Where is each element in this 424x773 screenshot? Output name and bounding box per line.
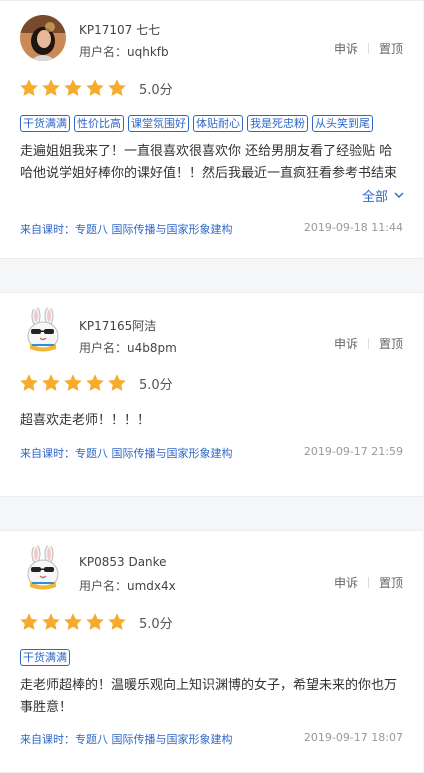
review-time: 2019-09-18 11:44 bbox=[303, 221, 403, 234]
user-avatar[interactable] bbox=[20, 545, 66, 591]
user-id: 用户名：umdx4x bbox=[79, 577, 176, 594]
course-source-link[interactable]: 来自课时：专题八 国际传播与国家形象建构 bbox=[20, 221, 233, 237]
star-icon bbox=[42, 374, 60, 391]
review-content: 走遍姐姐我来了！一直很喜欢很喜欢你 还给男朋友看了经验贴 哈哈他说学姐好棒你的课… bbox=[20, 144, 398, 181]
bunny-sunglasses-avatar-icon bbox=[20, 545, 66, 591]
user-avatar[interactable] bbox=[20, 15, 66, 61]
report-button[interactable]: 申诉 bbox=[334, 40, 358, 57]
expand-button[interactable]: 全部 bbox=[349, 186, 404, 205]
review-time: 2019-09-17 21:59 bbox=[303, 445, 403, 458]
star-icon bbox=[64, 613, 82, 630]
star-icon bbox=[64, 374, 82, 391]
username: KP0853 Danke bbox=[79, 555, 167, 569]
tag: 干货满满 bbox=[20, 649, 70, 666]
score-text: 5.0分 bbox=[139, 377, 173, 393]
divider bbox=[367, 43, 369, 54]
pin-button[interactable]: 置顶 bbox=[379, 574, 403, 591]
course-source-link[interactable]: 来自课时：专题八 国际传播与国家形象建构 bbox=[20, 731, 233, 747]
review-actions: 申诉 置顶 bbox=[334, 40, 403, 57]
pin-button[interactable]: 置顶 bbox=[379, 40, 403, 57]
score-text: 5.0分 bbox=[139, 82, 173, 98]
user-id-value: umdx4x bbox=[127, 579, 176, 593]
tag-list: 干货满满 性价比高 课堂氛围好 体贴耐心 我是死忠粉 从头笑到尾 bbox=[20, 115, 373, 132]
star-icon bbox=[42, 613, 60, 630]
review-card: KP17165阿洁 用户名：u4b8pm 申诉 置顶 5.0分 超喜欢走老师！！… bbox=[0, 292, 423, 497]
tag: 我是死忠粉 bbox=[247, 115, 308, 132]
star-rating: 5.0分 bbox=[19, 373, 173, 393]
star-icon bbox=[86, 613, 104, 630]
star-icon bbox=[42, 79, 60, 96]
review-content: 超喜欢走老师！！！！ bbox=[20, 413, 151, 428]
review-actions: 申诉 置顶 bbox=[334, 574, 403, 591]
tag-list: 干货满满 bbox=[20, 649, 70, 666]
star-rating: 5.0分 bbox=[19, 612, 173, 632]
tag: 从头笑到尾 bbox=[312, 115, 373, 132]
report-button[interactable]: 申诉 bbox=[334, 574, 358, 591]
review-content: 走老师超棒的！温暖乐观向上知识渊博的女子，希望未来的你也万事胜意！ bbox=[20, 678, 398, 715]
report-button[interactable]: 申诉 bbox=[334, 335, 358, 352]
chevron-down-icon bbox=[394, 192, 404, 198]
star-icon bbox=[108, 613, 126, 630]
star-icon bbox=[20, 613, 38, 630]
star-icon bbox=[86, 79, 104, 96]
user-id-label: 用户名： bbox=[79, 341, 128, 355]
course-source-link[interactable]: 来自课时：专题八 国际传播与国家形象建构 bbox=[20, 445, 233, 461]
user-id: 用户名：uqhkfb bbox=[79, 43, 169, 60]
star-rating: 5.0分 bbox=[19, 78, 173, 98]
expand-label: 全部 bbox=[361, 190, 388, 205]
star-icon bbox=[108, 374, 126, 391]
tag: 课堂氛围好 bbox=[128, 115, 189, 132]
review-time: 2019-09-17 18:07 bbox=[303, 731, 403, 744]
username: KP17107 七七 bbox=[79, 23, 161, 37]
review-card: KP0853 Danke 用户名：umdx4x 申诉 置顶 5.0分 干货满满 … bbox=[0, 530, 423, 773]
review-actions: 申诉 置顶 bbox=[334, 335, 403, 352]
pin-button[interactable]: 置顶 bbox=[379, 335, 403, 352]
tag: 性价比高 bbox=[74, 115, 124, 132]
review-card: KP17107 七七 用户名：uqhkfb 申诉 置顶 5.0分 干货满满 性价… bbox=[0, 0, 423, 259]
tag: 体贴耐心 bbox=[193, 115, 243, 132]
star-icon bbox=[64, 79, 82, 96]
user-id: 用户名：u4b8pm bbox=[79, 339, 177, 356]
bunny-sunglasses-avatar-icon bbox=[20, 307, 66, 353]
user-id-value: uqhkfb bbox=[127, 45, 169, 59]
star-icon bbox=[20, 79, 38, 96]
star-icon bbox=[108, 79, 126, 96]
user-id-label: 用户名： bbox=[79, 579, 128, 593]
divider bbox=[367, 577, 369, 588]
star-icon bbox=[86, 374, 104, 391]
tag: 干货满满 bbox=[20, 115, 70, 132]
user-photo-avatar-icon bbox=[20, 15, 66, 61]
user-avatar[interactable] bbox=[20, 307, 66, 353]
username: KP17165阿洁 bbox=[79, 319, 157, 333]
divider bbox=[367, 338, 369, 349]
score-text: 5.0分 bbox=[139, 616, 173, 632]
user-id-value: u4b8pm bbox=[127, 341, 177, 355]
star-icon bbox=[20, 374, 38, 391]
user-id-label: 用户名： bbox=[79, 45, 128, 59]
